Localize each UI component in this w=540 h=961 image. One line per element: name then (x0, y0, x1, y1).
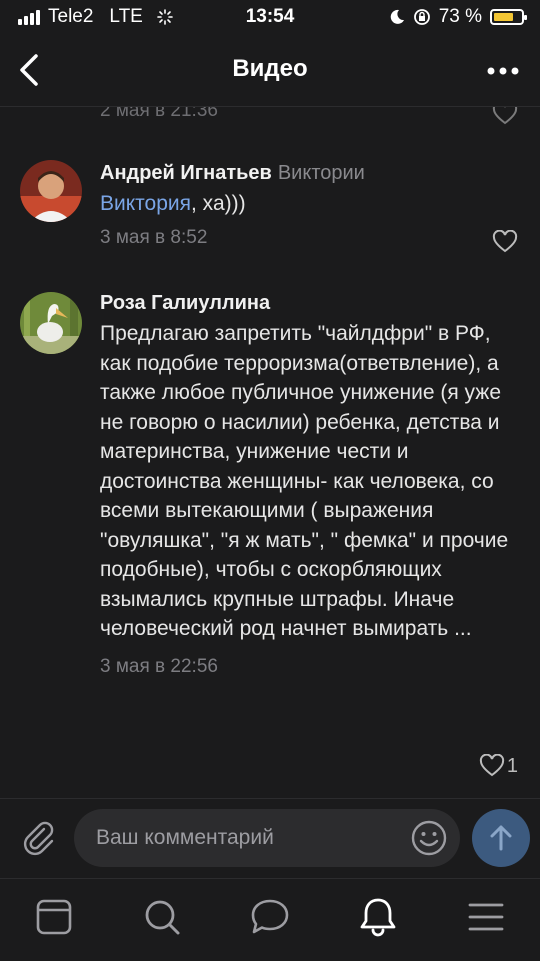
send-button[interactable] (472, 809, 530, 867)
battery-icon (490, 9, 527, 25)
comment-timestamp: 2 мая в 21:36 (100, 106, 218, 121)
chat-bubble-icon[interactable] (246, 895, 294, 939)
search-icon[interactable] (138, 895, 186, 939)
newsfeed-icon[interactable] (30, 895, 78, 939)
menu-icon[interactable] (462, 895, 510, 939)
comment-body: Роза Галиуллина Предлагаю запретить "чай… (100, 292, 520, 678)
arrow-up-icon (490, 825, 512, 851)
reply-to-name[interactable]: Виктории (278, 162, 365, 184)
heart-icon (479, 754, 504, 777)
more-horizontal-icon[interactable] (486, 58, 520, 84)
comment-item: 2 мая в 21:36 (0, 106, 540, 130)
battery-percent: 73 % (438, 6, 482, 27)
smile-icon[interactable] (410, 819, 448, 857)
status-right: 73 % (389, 6, 527, 28)
mention-link[interactable]: Виктория (100, 192, 191, 215)
comment-author[interactable]: Роза Галиуллина (100, 292, 520, 315)
heart-icon[interactable] (492, 106, 518, 126)
comment-input-placeholder: Ваш комментарий (96, 826, 274, 849)
bell-icon[interactable] (354, 895, 402, 939)
heart-icon[interactable] (492, 230, 518, 254)
tab-bar (0, 878, 540, 961)
comment-text: Предлагаю запретить "чайлдфри" в РФ, как… (100, 322, 509, 640)
author-name[interactable]: Андрей Игнатьев (100, 162, 272, 184)
comment-text-content: , ха))) (191, 192, 246, 215)
author-name[interactable]: Роза Галиуллина (100, 292, 270, 314)
page-title: Видео (232, 55, 308, 82)
avatar[interactable] (20, 292, 82, 354)
navigation-bar: Видео (0, 36, 540, 107)
comment-body: Андрей Игнатьев Виктории Виктория, ха))) … (100, 162, 520, 249)
like-button[interactable]: 1 (479, 754, 518, 778)
like-count: 1 (506, 754, 518, 777)
avatar[interactable] (20, 160, 82, 222)
comment-text: Виктория, ха))) (100, 189, 520, 219)
comment-input[interactable]: Ваш комментарий (74, 809, 460, 867)
status-bar: Tele2 LTE 13:54 73 % (0, 0, 540, 36)
comment-item: Андрей Игнатьев Виктории Виктория, ха))) … (0, 156, 540, 266)
comment-timestamp: 3 мая в 22:56 (100, 655, 218, 677)
comment-item: Роза Галиуллина Предлагаю запретить "чай… (0, 288, 540, 788)
comment-input-bar: Ваш комментарий (0, 798, 540, 879)
moon-icon (390, 9, 404, 24)
comment-timestamp: 3 мая в 8:52 (100, 226, 208, 248)
comments-list[interactable]: 2 мая в 21:36 Андрей Игнатьев Виктории Ви… (0, 106, 540, 798)
paperclip-icon[interactable] (20, 819, 58, 857)
rotation-lock-icon (413, 9, 430, 25)
comment-author[interactable]: Андрей Игнатьев Виктории (100, 162, 520, 185)
